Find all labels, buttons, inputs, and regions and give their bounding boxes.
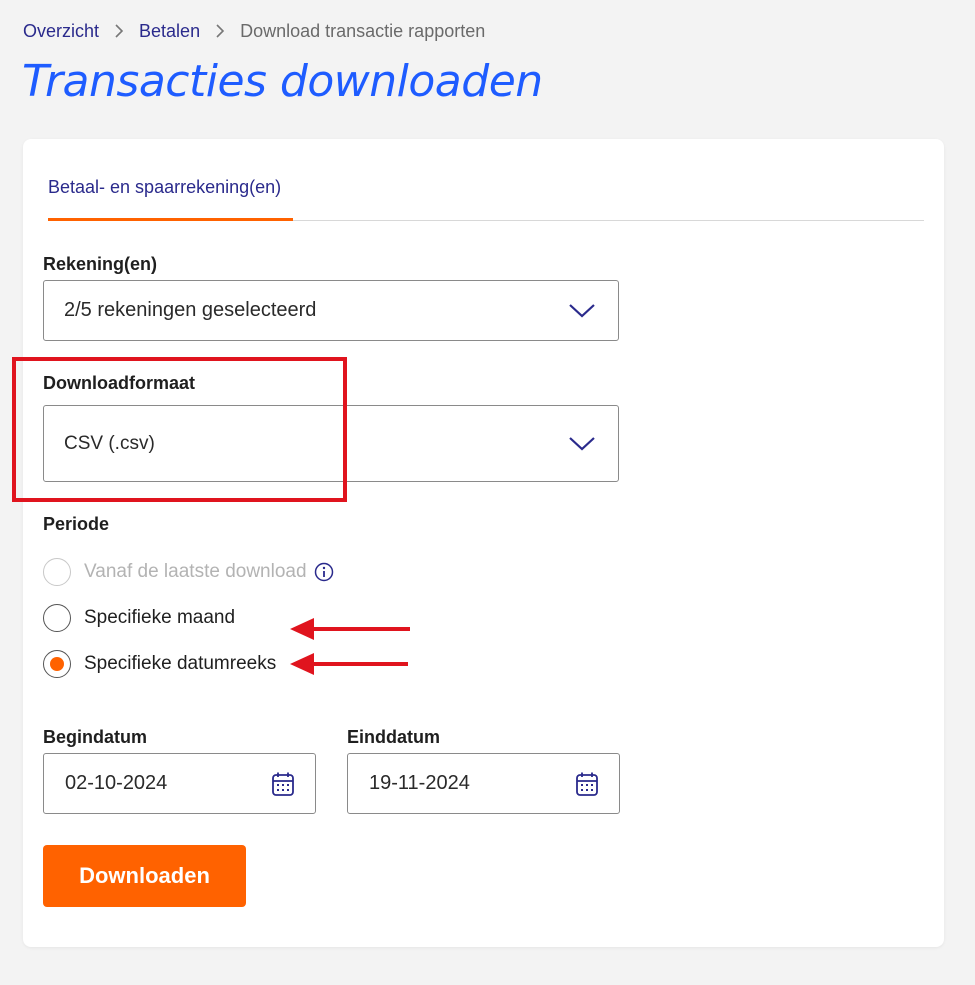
period-option-specific-month[interactable]: Specifieke maand [43,604,235,632]
info-icon[interactable] [314,562,334,582]
tab-label: Betaal- en spaarrekening(en) [48,177,282,197]
end-date-value: 19-11-2024 [369,772,470,794]
start-date-label: Begindatum [43,727,148,747]
radio-button[interactable] [43,604,71,632]
chevron-right-icon [115,24,124,38]
radio-button[interactable] [43,650,71,678]
period-label: Periode [43,514,110,534]
accounts-select-value: 2/5 rekeningen geselecteerd [64,299,317,321]
accounts-select[interactable]: 2/5 rekeningen geselecteerd [43,280,619,341]
accounts-label: Rekening(en) [43,254,158,274]
end-date-input[interactable]: 19-11-2024 [347,753,620,814]
start-date-input[interactable]: 02-10-2024 [43,753,316,814]
end-date-label: Einddatum [347,727,440,747]
page-title: Transacties downloaden [22,56,543,107]
tab-bar: Betaal- en spaarrekening(en) [48,169,924,221]
breadcrumb: Overzicht Betalen Download transactie ra… [23,20,485,42]
download-button[interactable]: Downloaden [43,845,246,907]
tab-accounts[interactable]: Betaal- en spaarrekening(en) [48,169,281,221]
radio-label: Specifieke datumreeks [84,653,277,674]
calendar-icon[interactable] [271,771,295,797]
chevron-down-icon [569,303,595,317]
period-option-last-download[interactable]: Vanaf de laatste download [43,558,334,586]
annotation-highlight-box [12,357,347,502]
radio-label: Vanaf de laatste download [84,561,307,582]
calendar-icon[interactable] [575,771,599,797]
radio-selected-dot [50,657,64,671]
radio-label: Specifieke maand [84,607,236,628]
breadcrumb-link-overzicht[interactable]: Overzicht [23,21,99,42]
start-date-value: 02-10-2024 [65,772,168,794]
radio-button[interactable] [43,558,71,586]
arrow-left-icon [290,653,408,675]
chevron-right-icon [216,24,225,38]
breadcrumb-current: Download transactie rapporten [240,20,486,41]
breadcrumb-link-betalen[interactable]: Betalen [139,21,200,42]
arrow-left-icon [290,618,410,640]
download-form-card: Betaal- en spaarrekening(en) Rekening(en… [23,139,944,947]
chevron-down-icon [569,436,595,450]
period-option-date-range[interactable]: Specifieke datumreeks [43,650,276,678]
active-tab-indicator [48,218,293,221]
